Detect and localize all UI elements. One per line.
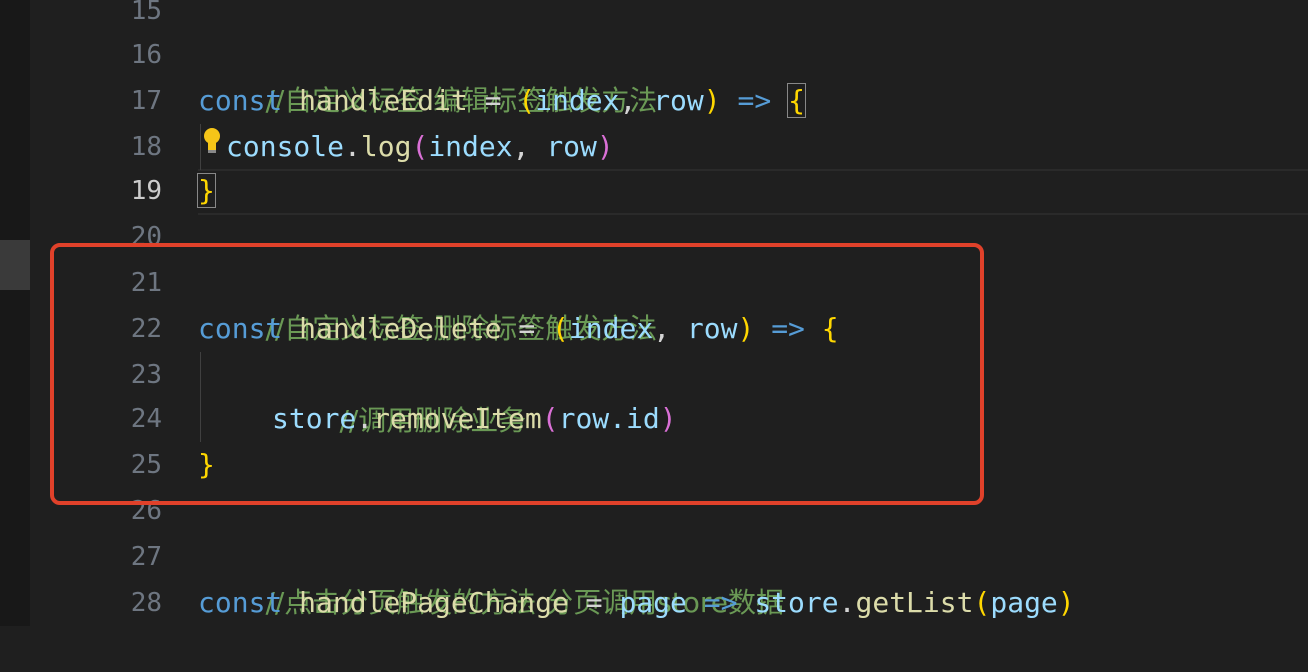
arrow: =>: [703, 586, 738, 619]
paren: (: [973, 586, 991, 619]
object: console: [226, 130, 345, 163]
keyword: const: [198, 586, 283, 619]
line-number: 18: [130, 132, 162, 162]
brace: }: [197, 173, 216, 208]
line-number: 27: [130, 542, 162, 572]
param: index: [535, 84, 620, 117]
function-name: handlePageChange: [299, 586, 569, 619]
paren: (: [518, 84, 536, 117]
arg: page: [990, 586, 1058, 619]
arrow: =>: [737, 84, 772, 117]
code-line-18[interactable]: console.log(index, row): [198, 124, 614, 170]
code-line-16[interactable]: //自定义标签 编辑标签触发方法: [198, 32, 657, 117]
param: page: [619, 586, 687, 619]
method: getList: [855, 586, 974, 619]
comma: ,: [619, 84, 637, 117]
line-number: 17: [130, 86, 162, 116]
paren: ): [703, 84, 721, 117]
highlight-annotation-box: [50, 243, 984, 505]
line-number: 15: [130, 0, 162, 26]
brace: {: [787, 83, 806, 118]
code-line-19[interactable]: }: [197, 168, 216, 214]
line-number: 28: [130, 588, 162, 618]
code-line-27[interactable]: //点击分页触发的方法 分页调用store数据: [198, 534, 784, 619]
operator: =: [484, 84, 502, 117]
function-name: handleEdit: [299, 84, 468, 117]
dot: .: [838, 586, 856, 619]
current-line-highlight: [198, 169, 1308, 215]
active-line-number: 19: [130, 176, 162, 206]
keyword: const: [198, 84, 283, 117]
activity-indicator[interactable]: [0, 240, 30, 290]
paren: ): [596, 130, 614, 163]
method: log: [360, 130, 412, 163]
dot: .: [344, 130, 361, 163]
lightbulb-icon[interactable]: [198, 124, 226, 170]
code-line-28[interactable]: const handlePageChange = page => store.g…: [198, 580, 1075, 626]
line-number: 16: [130, 40, 162, 70]
comma: ,: [512, 130, 530, 163]
arg: row: [546, 130, 597, 163]
paren: (: [411, 130, 429, 163]
activity-bar: [0, 0, 30, 626]
arg: index: [428, 130, 513, 163]
object: store: [754, 586, 839, 619]
operator: =: [585, 586, 603, 619]
code-line-17[interactable]: const handleEdit = (index, row) => {: [198, 78, 806, 124]
param: row: [653, 84, 704, 117]
paren: ): [1057, 586, 1075, 619]
